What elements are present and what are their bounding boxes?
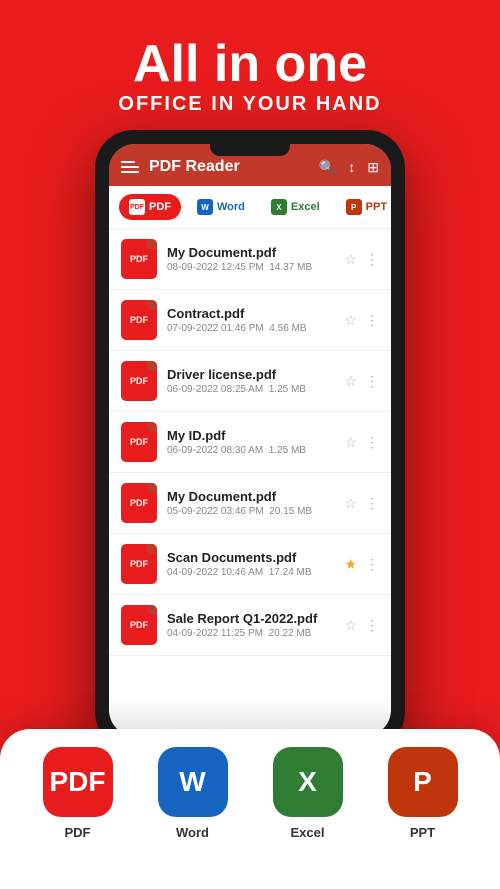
search-icon[interactable]: 🔍	[319, 159, 336, 176]
file-meta: 05-09-2022 03:46 PM 20.15 MB	[167, 506, 334, 517]
file-pdf-icon: PDF	[121, 300, 157, 340]
file-meta: 04-09-2022 11:25 PM 20.22 MB	[167, 628, 334, 639]
file-actions: ☆ ⋮	[344, 617, 379, 634]
more-options-icon[interactable]: ⋮	[365, 434, 379, 451]
file-item[interactable]: PDF My Document.pdf 05-09-2022 03:46 PM …	[109, 473, 391, 534]
tab-ppt[interactable]: P PPT	[336, 194, 391, 220]
file-meta: 06-09-2022 08:30 AM 1.25 MB	[167, 445, 334, 456]
app-header-right: 🔍 ↕ ⊞	[319, 159, 379, 176]
file-actions: ★ ⋮	[344, 556, 379, 573]
file-item[interactable]: PDF Driver license.pdf 06-09-2022 08:25 …	[109, 351, 391, 412]
hero-title: All in one	[0, 36, 500, 93]
file-pdf-icon: PDF	[121, 422, 157, 462]
more-options-icon[interactable]: ⋮	[365, 556, 379, 573]
file-name: My ID.pdf	[167, 428, 334, 443]
dock-pdf-icon: PDF	[43, 747, 113, 817]
dock-excel-label: Excel	[291, 825, 325, 840]
star-icon[interactable]: ☆	[344, 434, 357, 451]
dock-ppt-label: PPT	[410, 825, 435, 840]
file-info: Driver license.pdf 06-09-2022 08:25 AM 1…	[167, 367, 334, 395]
file-info: My Document.pdf 05-09-2022 03:46 PM 20.1…	[167, 489, 334, 517]
file-name: Sale Report Q1-2022.pdf	[167, 611, 334, 626]
tab-excel[interactable]: X Excel	[261, 194, 330, 220]
app-title: PDF Reader	[149, 158, 240, 176]
file-meta: 08-09-2022 12:45 PM 14.37 MB	[167, 262, 334, 273]
excel-tab-icon: X	[271, 199, 287, 215]
file-item[interactable]: PDF My Document.pdf 08-09-2022 12:45 PM …	[109, 229, 391, 290]
more-options-icon[interactable]: ⋮	[365, 312, 379, 329]
more-options-icon[interactable]: ⋮	[365, 617, 379, 634]
hero-subtitle: OFFICE IN YOUR HAND	[0, 93, 500, 116]
bottom-dock: PDF PDF W Word X Excel P PPT	[0, 729, 500, 889]
dock-word-label: Word	[176, 825, 209, 840]
dock-ppt-icon: P	[388, 747, 458, 817]
dock-word[interactable]: W Word	[158, 747, 228, 840]
dock-pdf[interactable]: PDF PDF	[43, 747, 113, 840]
grid-icon[interactable]: ⊞	[367, 159, 379, 176]
dock-excel[interactable]: X Excel	[273, 747, 343, 840]
more-options-icon[interactable]: ⋮	[365, 373, 379, 390]
star-icon[interactable]: ☆	[344, 495, 357, 512]
file-name: Scan Documents.pdf	[167, 550, 334, 565]
file-item[interactable]: PDF My ID.pdf 06-09-2022 08:30 AM 1.25 M…	[109, 412, 391, 473]
file-name: My Document.pdf	[167, 489, 334, 504]
file-actions: ☆ ⋮	[344, 373, 379, 390]
file-info: Scan Documents.pdf 04-09-2022 10:46 AM 1…	[167, 550, 334, 578]
file-pdf-icon: PDF	[121, 239, 157, 279]
tab-ppt-label: PPT	[366, 201, 387, 213]
file-pdf-icon: PDF	[121, 605, 157, 645]
file-meta: 06-09-2022 08:25 AM 1.25 MB	[167, 384, 334, 395]
star-icon[interactable]: ☆	[344, 251, 357, 268]
file-actions: ☆ ⋮	[344, 495, 379, 512]
dock-ppt[interactable]: P PPT	[388, 747, 458, 840]
file-meta: 07-09-2022 01:46 PM 4.56 MB	[167, 323, 334, 334]
star-icon[interactable]: ★	[344, 556, 357, 573]
file-info: Contract.pdf 07-09-2022 01:46 PM 4.56 MB	[167, 306, 334, 334]
phone-screen: PDF Reader 🔍 ↕ ⊞ PDF PDF W Word X Excel	[109, 144, 391, 736]
pdf-tab-icon: PDF	[129, 199, 145, 215]
hero-section: All in one OFFICE IN YOUR HAND	[0, 0, 500, 132]
file-name: Driver license.pdf	[167, 367, 334, 382]
file-item[interactable]: PDF Sale Report Q1-2022.pdf 04-09-2022 1…	[109, 595, 391, 656]
menu-icon[interactable]	[121, 161, 139, 173]
file-actions: ☆ ⋮	[344, 434, 379, 451]
phone-notch	[210, 144, 290, 156]
file-name: Contract.pdf	[167, 306, 334, 321]
more-options-icon[interactable]: ⋮	[365, 495, 379, 512]
phone-mockup: PDF Reader 🔍 ↕ ⊞ PDF PDF W Word X Excel	[95, 130, 405, 750]
app-header-left: PDF Reader	[121, 158, 240, 176]
tab-excel-label: Excel	[291, 201, 320, 213]
dock-word-icon: W	[158, 747, 228, 817]
file-pdf-icon: PDF	[121, 361, 157, 401]
more-options-icon[interactable]: ⋮	[365, 251, 379, 268]
tab-pdf[interactable]: PDF PDF	[119, 194, 181, 220]
file-item[interactable]: PDF Contract.pdf 07-09-2022 01:46 PM 4.5…	[109, 290, 391, 351]
file-info: My ID.pdf 06-09-2022 08:30 AM 1.25 MB	[167, 428, 334, 456]
file-actions: ☆ ⋮	[344, 312, 379, 329]
file-item[interactable]: PDF Scan Documents.pdf 04-09-2022 10:46 …	[109, 534, 391, 595]
file-name: My Document.pdf	[167, 245, 334, 260]
file-meta: 04-09-2022 10:46 AM 17.24 MB	[167, 567, 334, 578]
sort-icon[interactable]: ↕	[348, 159, 355, 175]
file-info: My Document.pdf 08-09-2022 12:45 PM 14.3…	[167, 245, 334, 273]
file-pdf-icon: PDF	[121, 483, 157, 523]
file-actions: ☆ ⋮	[344, 251, 379, 268]
tabs-row: PDF PDF W Word X Excel P PPT	[109, 186, 391, 229]
tab-pdf-label: PDF	[149, 201, 171, 213]
star-icon[interactable]: ☆	[344, 373, 357, 390]
file-info: Sale Report Q1-2022.pdf 04-09-2022 11:25…	[167, 611, 334, 639]
star-icon[interactable]: ☆	[344, 312, 357, 329]
word-tab-icon: W	[197, 199, 213, 215]
star-icon[interactable]: ☆	[344, 617, 357, 634]
tab-word-label: Word	[217, 201, 245, 213]
dock-excel-icon: X	[273, 747, 343, 817]
file-list: PDF My Document.pdf 08-09-2022 12:45 PM …	[109, 229, 391, 656]
ppt-tab-icon: P	[346, 199, 362, 215]
tab-word[interactable]: W Word	[187, 194, 255, 220]
dock-pdf-label: PDF	[65, 825, 91, 840]
file-pdf-icon: PDF	[121, 544, 157, 584]
